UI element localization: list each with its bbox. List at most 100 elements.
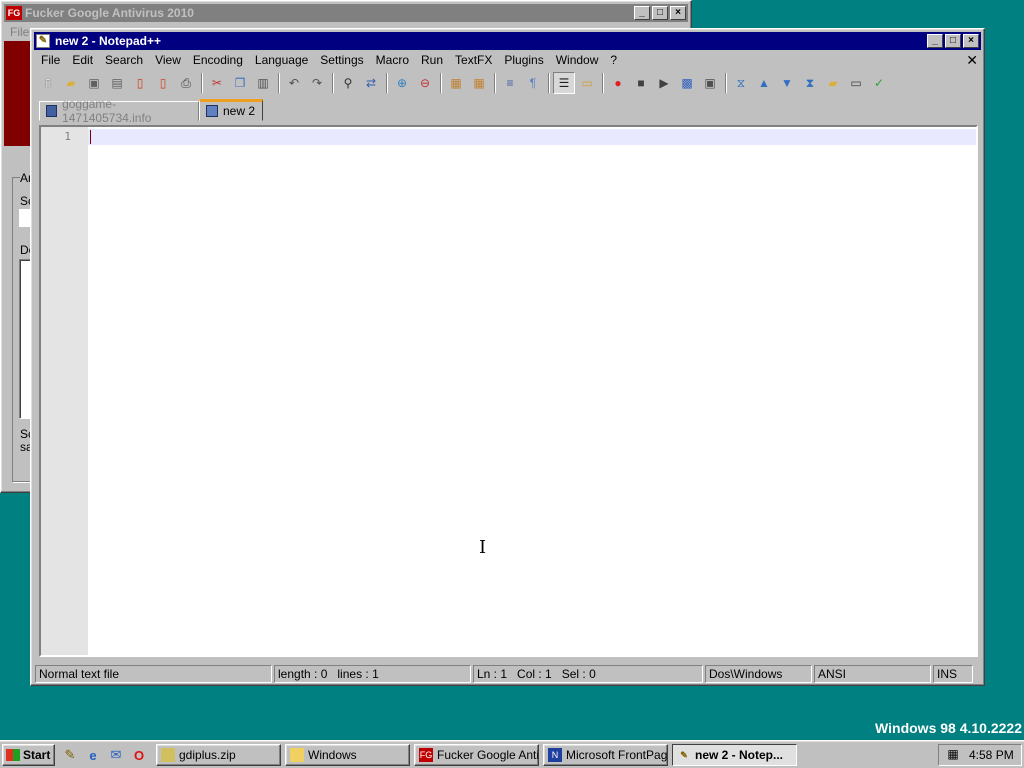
- zoom-in-icon[interactable]: ⊕: [391, 72, 413, 94]
- print-icon[interactable]: ⎙: [175, 72, 197, 94]
- word-wrap-icon[interactable]: ≡: [499, 72, 521, 94]
- save-all-icon[interactable]: ▤: [106, 72, 128, 94]
- antivirus-title: Fucker Google Antivirus 2010: [25, 6, 194, 20]
- minimize-button[interactable]: _: [927, 34, 943, 48]
- close-icon[interactable]: ▯: [129, 72, 151, 94]
- play-macro-icon[interactable]: ▶: [653, 72, 675, 94]
- menu-run[interactable]: Run: [415, 51, 449, 69]
- file-icon: [46, 105, 58, 117]
- scheduler-icon[interactable]: ▦: [945, 747, 961, 763]
- paste-icon[interactable]: ▥: [252, 72, 274, 94]
- menu-textfx[interactable]: TextFX: [449, 51, 498, 69]
- close-button[interactable]: ×: [963, 34, 979, 48]
- save-icon[interactable]: ▣: [83, 72, 105, 94]
- task-windows[interactable]: Windows: [285, 744, 410, 766]
- run-macro-multiple-icon[interactable]: ▩: [676, 72, 698, 94]
- toolbar-separator: [725, 73, 727, 93]
- cut-icon[interactable]: ✂: [206, 72, 228, 94]
- status-length: length : 0: [278, 667, 328, 681]
- minimize-button[interactable]: _: [634, 6, 650, 20]
- menu-macro[interactable]: Macro: [370, 51, 415, 69]
- status-col: Col : 1: [517, 667, 552, 681]
- menu-encoding[interactable]: Encoding: [187, 51, 249, 69]
- sync-horizontal-icon[interactable]: ▦: [468, 72, 490, 94]
- menu-plugins[interactable]: Plugins: [498, 51, 549, 69]
- replace-icon[interactable]: ⇄: [360, 72, 382, 94]
- indent-guide-icon[interactable]: ☰: [553, 72, 575, 94]
- menu-help[interactable]: ?: [604, 51, 623, 69]
- console-icon[interactable]: ▭: [845, 72, 867, 94]
- undo-icon[interactable]: ↶: [283, 72, 305, 94]
- menu-view[interactable]: View: [149, 51, 187, 69]
- close-all-icon[interactable]: ▯: [152, 72, 174, 94]
- tab-bar: goggame-1471405734.info new 2: [37, 97, 978, 125]
- copy-icon[interactable]: ❐: [229, 72, 251, 94]
- antivirus-icon: FG: [419, 748, 433, 762]
- task-antivirus[interactable]: FG Fucker Google Anti...: [414, 744, 539, 766]
- start-label: Start: [23, 748, 51, 762]
- task-frontpage[interactable]: N Microsoft FrontPage: [543, 744, 668, 766]
- task-gdiplus[interactable]: gdiplus.zip: [156, 744, 281, 766]
- show-all-chars-icon[interactable]: ¶: [522, 72, 544, 94]
- maximize-button[interactable]: □: [945, 34, 961, 48]
- status-length-lines: length : 0 lines : 1: [274, 665, 471, 683]
- line-number: 1: [64, 130, 71, 143]
- close-button[interactable]: ×: [670, 6, 686, 20]
- antivirus-banner: [4, 41, 32, 146]
- text-caret: [90, 130, 91, 144]
- sync-vertical-icon[interactable]: ▦: [445, 72, 467, 94]
- redo-icon[interactable]: ↷: [306, 72, 328, 94]
- menu-search[interactable]: Search: [99, 51, 149, 69]
- clock[interactable]: 4:58 PM: [969, 748, 1014, 762]
- os-version-label: Windows 98 4.10.2222: [875, 720, 1022, 736]
- collapse-icon[interactable]: ⧖: [730, 72, 752, 94]
- toolbar-separator: [548, 73, 550, 93]
- tab-new-2[interactable]: new 2: [199, 99, 263, 121]
- editor[interactable]: 1 I: [39, 125, 978, 657]
- status-lines: lines : 1: [337, 667, 379, 681]
- prev-bookmark-icon[interactable]: ▲: [753, 72, 775, 94]
- user-lang-icon[interactable]: ▭: [576, 72, 598, 94]
- antivirus-title-bar[interactable]: FG Fucker Google Antivirus 2010 _ □ ×: [4, 4, 688, 22]
- status-ln: Ln : 1: [477, 667, 508, 681]
- notepad-window[interactable]: ✎ new 2 - Notepad++ _ □ × File Edit Sear…: [30, 28, 985, 686]
- new-file-icon[interactable]: ▯: [37, 72, 59, 94]
- menu-window[interactable]: Window: [550, 51, 605, 69]
- toolbar-separator: [602, 73, 604, 93]
- status-sel: Sel : 0: [561, 667, 596, 681]
- find-icon[interactable]: ⚲: [337, 72, 359, 94]
- next-bookmark-icon[interactable]: ▼: [776, 72, 798, 94]
- open-file-icon[interactable]: ▰: [60, 72, 82, 94]
- task-notepad[interactable]: ✎ new 2 - Notep...: [672, 744, 797, 766]
- task-label: gdiplus.zip: [179, 748, 236, 762]
- antivirus-menu-file[interactable]: File: [4, 23, 29, 41]
- save-macro-icon[interactable]: ▣: [699, 72, 721, 94]
- menu-settings[interactable]: Settings: [314, 51, 369, 69]
- record-macro-icon[interactable]: ●: [607, 72, 629, 94]
- tab-goggame[interactable]: goggame-1471405734.info: [39, 97, 199, 125]
- toolbar-separator: [386, 73, 388, 93]
- notepad-title-bar[interactable]: ✎ new 2 - Notepad++ _ □ ×: [34, 32, 981, 50]
- notepad-quicklaunch-icon[interactable]: ✎: [60, 745, 80, 765]
- status-bar: Normal text file length : 0 lines : 1 Ln…: [35, 665, 980, 683]
- notepad-app-icon: ✎: [36, 34, 50, 48]
- menu-file[interactable]: File: [35, 51, 66, 69]
- system-tray: ▦ 4:58 PM: [938, 744, 1022, 766]
- task-label: Microsoft FrontPage: [566, 748, 668, 762]
- zoom-out-icon[interactable]: ⊖: [414, 72, 436, 94]
- folder-icon[interactable]: ▰: [822, 72, 844, 94]
- antivirus-app-icon: FG: [6, 6, 22, 20]
- maximize-button[interactable]: □: [652, 6, 668, 20]
- menu-language[interactable]: Language: [249, 51, 314, 69]
- internet-explorer-icon[interactable]: e: [83, 745, 103, 765]
- close-document-icon[interactable]: ✕: [966, 51, 978, 69]
- outlook-express-icon[interactable]: ✉: [106, 745, 126, 765]
- stop-record-icon[interactable]: ■: [630, 72, 652, 94]
- opera-icon[interactable]: O: [129, 745, 149, 765]
- start-button[interactable]: Start: [2, 744, 55, 766]
- task-label: Fucker Google Anti...: [437, 748, 539, 762]
- zip-icon: [161, 748, 175, 762]
- spell-check-icon[interactable]: ✓: [868, 72, 890, 94]
- menu-edit[interactable]: Edit: [66, 51, 99, 69]
- expand-icon[interactable]: ⧗: [799, 72, 821, 94]
